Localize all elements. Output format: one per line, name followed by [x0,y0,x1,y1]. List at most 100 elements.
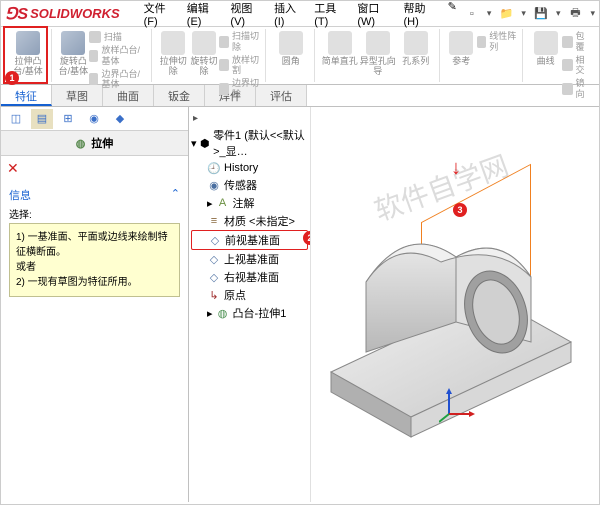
loft-cut-button[interactable]: 放样切割 [219,55,260,77]
tree-material[interactable]: ≡材质 <未指定> [191,212,308,230]
app-logo: ⅁SSOLIDWORKS [5,4,120,24]
print-icon[interactable]: 🖶 [566,5,584,23]
feature-icon: ◍ [216,306,230,320]
loft-cut-icon [219,59,229,71]
pm-tab-display-icon[interactable]: ◉ [83,109,105,129]
pm-title: ◍拉伸 [1,131,188,156]
part-icon: ⬢ [200,136,211,150]
boundary-cut-button[interactable]: 边界切除 [219,78,260,100]
revolve-boss-icon [61,31,85,55]
loft-button[interactable]: 放样凸台/基体 [89,45,147,67]
extrude-cut-icon [161,31,185,55]
extrude-cut-button[interactable]: 拉伸切除 [158,31,189,100]
mirror-button[interactable]: 镜向 [562,78,591,100]
tree-origin[interactable]: ↳原点 [191,286,308,304]
pattern-icon [477,36,487,48]
menu-window[interactable]: 窗口(W) [351,0,395,30]
boundary-button[interactable]: 边界凸台/基体 [89,69,147,91]
sweep-icon [89,31,101,43]
menu-file[interactable]: 文件(F) [138,0,179,30]
hole-series-icon [404,31,428,55]
mirror-icon [562,83,572,95]
title-bar: ⅁SSOLIDWORKS 文件(F) 编辑(E) 视图(V) 插入(I) 工具(… [1,1,599,27]
menu-wand-icon[interactable]: ✎ [442,0,463,30]
property-manager: ◫ ▤ ⊞ ◉ ◆ ◍拉伸 ✕ 信息 ⌃ 选择: 1) 一基准面、平面或边线来绘… [1,107,189,502]
menu-help[interactable]: 帮助(H) [398,0,440,30]
curves-icon [534,31,558,55]
title-right: ▫▾ 📁▾ 💾▾ 🖶▾ [463,5,595,23]
origin-icon: ↳ [207,288,221,302]
feature-tree: ▸ ▾⬢零件1 (默认<<默认>_显… 🕘History ◉传感器 ▸A注解 ≡… [189,107,311,502]
sensor-icon: ◉ [207,178,221,192]
tree-sensors[interactable]: ◉传感器 [191,176,308,194]
fillet-icon [279,31,303,55]
pm-tab-tree-icon[interactable]: ◫ [5,109,27,129]
ribbon: 1 拉伸凸台/基体 旋转凸台/基体 扫描 放样凸台/基体 边界凸台/基体 拉伸切… [1,27,599,85]
boundary-cut-icon [219,83,229,95]
open-icon[interactable]: 📁 [497,5,515,23]
revolve-cut-icon [192,31,216,55]
badge-1: 1 [5,71,19,85]
pm-tab-config-icon[interactable]: ⊞ [57,109,79,129]
boundary-icon [89,73,99,85]
sweep-cut-icon [219,36,229,48]
viewport[interactable]: 软件自学网 ↓ 3 [311,107,599,502]
hole-wizard-button[interactable]: 异型孔向导 [359,31,397,77]
menu-insert[interactable]: 插入(I) [268,0,306,30]
extrude-boss-button[interactable]: 拉伸凸台/基体 [9,31,47,77]
tree-boss-extrude[interactable]: ▸◍凸台-拉伸1 [191,304,308,322]
tree-history[interactable]: 🕘History [191,160,308,176]
extrude-boss-icon [16,31,40,55]
plane-icon: ◇ [207,270,221,284]
menu-tools[interactable]: 工具(T) [308,0,349,30]
save-icon[interactable]: 💾 [532,5,550,23]
sweep-button[interactable]: 扫描 [89,31,147,43]
draft-button[interactable]: 相交 [562,55,591,77]
simple-hole-button[interactable]: 简单直孔 [321,31,359,77]
plane-icon: ◇ [208,233,222,247]
reference-button[interactable]: 参考 [446,31,477,67]
sweep-cut-button[interactable]: 扫描切除 [219,31,260,53]
main-area: ◫ ▤ ⊞ ◉ ◆ ◍拉伸 ✕ 信息 ⌃ 选择: 1) 一基准面、平面或边线来绘… [1,107,599,502]
tree-annotations[interactable]: ▸A注解 [191,194,308,212]
collapse-icon[interactable]: ⌃ [171,187,180,203]
extrude-title-icon: ◍ [76,138,86,150]
ribbon-group-cut: 拉伸切除 旋转切除 扫描切除 放样切割 边界切除 [154,29,266,82]
pm-tab-other-icon[interactable]: ◆ [109,109,131,129]
pm-close-button[interactable]: ✕ [1,156,188,181]
pm-select-label: 选择: [9,206,180,221]
tree-collapse-icon[interactable]: ▸ [191,111,308,126]
pm-info-section: 信息 ⌃ 选择: 1) 一基准面、平面或边线来绘制特征横断面。 或者 2) 一现… [1,181,188,303]
reference-icon [449,31,473,55]
ribbon-group-revolve: 旋转凸台/基体 扫描 放样凸台/基体 边界凸台/基体 [54,29,152,82]
material-icon: ≡ [207,214,221,228]
fillet-button[interactable]: 圆角 [272,31,310,67]
linear-pattern-button[interactable]: 线性阵列 [477,31,518,53]
hole-series-button[interactable]: 孔系列 [397,31,435,77]
wrap-button[interactable]: 包覆 [562,31,591,53]
menu-view[interactable]: 视图(V) [224,0,266,30]
revolve-boss-button[interactable]: 旋转凸台/基体 [58,31,89,90]
tab-evaluate[interactable]: 评估 [256,85,307,106]
wrap-icon [562,36,572,48]
tree-top-plane[interactable]: ◇上视基准面 [191,250,308,268]
tree-root[interactable]: ▾⬢零件1 (默认<<默认>_显… [191,126,308,160]
hole-wizard-icon [366,31,390,55]
draft-icon [562,59,572,71]
new-icon[interactable]: ▫ [463,5,481,23]
pm-info-body: 1) 一基准面、平面或边线来绘制特征横断面。 或者 2) 一现有草图为特征所用。 [9,223,180,297]
curves-button[interactable]: 曲线 [529,31,562,100]
tab-features[interactable]: 特征 [1,85,52,106]
pm-tab-pm-icon[interactable]: ▤ [31,109,53,129]
ribbon-group-fillet: 圆角 [268,29,315,82]
note-icon: A [216,196,230,210]
loft-icon [89,50,99,62]
revolve-cut-button[interactable]: 旋转切除 [189,31,220,100]
pm-info-title: 信息 ⌃ [9,187,180,203]
tree-right-plane[interactable]: ◇右视基准面 [191,268,308,286]
tree-front-plane[interactable]: ◇前视基准面 2 [191,230,308,250]
badge-2: 2 [303,231,311,245]
simple-hole-icon [328,31,352,55]
history-icon: 🕘 [207,161,221,175]
menu-edit[interactable]: 编辑(E) [181,0,223,30]
